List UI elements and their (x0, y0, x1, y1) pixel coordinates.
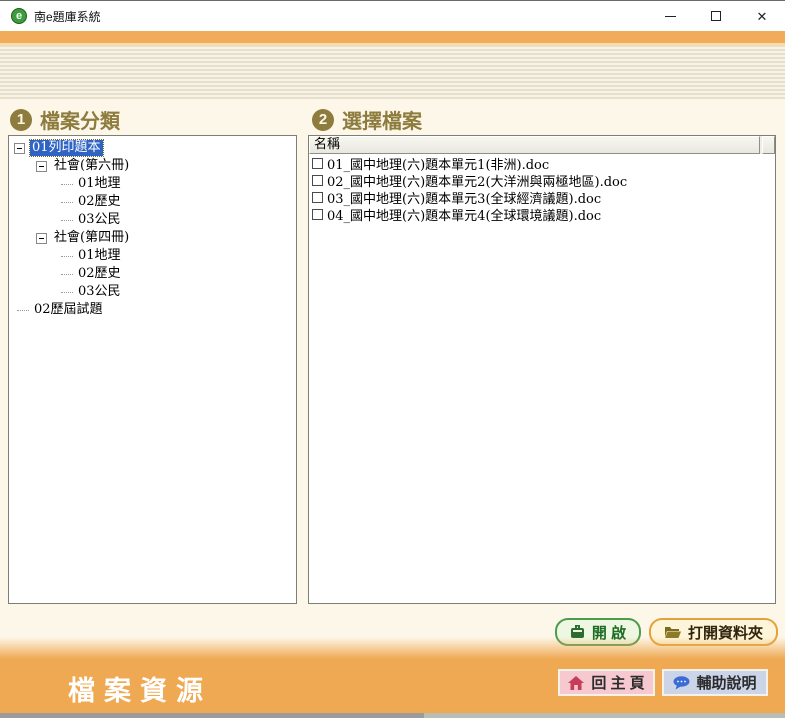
tree-item-label[interactable]: 03公民 (76, 284, 123, 300)
home-button[interactable]: 回 主 頁 (558, 669, 655, 696)
tree-connector (61, 292, 73, 293)
home-button-label: 回 主 頁 (591, 672, 644, 693)
file-list: 01_國中地理(六)題本單元1(非洲).doc02_國中地理(六)題本單元2(大… (309, 154, 775, 223)
orange-band (0, 31, 785, 43)
right-panel-title: 選擇檔案 (342, 105, 422, 134)
maximize-icon (711, 11, 721, 21)
file-checkbox[interactable] (312, 209, 323, 220)
tree-item[interactable]: 社會(第四冊) (9, 229, 296, 247)
app-icon: e (11, 8, 27, 24)
tree-connector (61, 184, 73, 185)
tree-collapse-icon[interactable] (36, 233, 47, 244)
tree-indent (9, 184, 53, 185)
tree-item-label[interactable]: 社會(第四冊) (52, 230, 131, 246)
category-tree-panel: 01列印題本社會(第六冊)01地理02歷史03公民社會(第四冊)01地理02歷史… (8, 135, 297, 604)
file-tree: 01列印題本社會(第六冊)01地理02歷史03公民社會(第四冊)01地理02歷史… (9, 136, 296, 319)
column-header-name[interactable]: 名稱 (309, 136, 760, 154)
app-window: e 南e題庫系統 ✕ 1 檔案分類 2 選擇檔案 01列印題本社會(第六冊)01… (0, 0, 785, 717)
tree-item-label[interactable]: 02歷屆試題 (32, 302, 105, 318)
column-header-extra (762, 136, 775, 154)
step-2-icon: 2 (312, 109, 334, 131)
tree-item-label[interactable]: 02歷史 (76, 266, 123, 282)
tree-item[interactable]: 02歷史 (9, 193, 296, 211)
close-button[interactable]: ✕ (739, 1, 785, 31)
list-header: 名稱 (309, 136, 775, 154)
tree-indent (9, 292, 53, 293)
help-button-label: 輔助說明 (696, 672, 756, 693)
tree-item[interactable]: 社會(第六冊) (9, 157, 296, 175)
tree-collapse-icon[interactable] (36, 161, 47, 172)
tree-item[interactable]: 03公民 (9, 211, 296, 229)
file-item-label[interactable]: 04_國中地理(六)題本單元4(全球環境議題).doc (327, 205, 601, 224)
speech-bubble-icon (673, 676, 690, 690)
tree-item[interactable]: 02歷史 (9, 265, 296, 283)
tree-indent (9, 238, 31, 239)
tree-indent (9, 274, 53, 275)
window-title: 南e題庫系統 (34, 8, 101, 25)
tree-item-label[interactable]: 03公民 (76, 212, 123, 228)
file-item[interactable]: 01_國中地理(六)題本單元1(非洲).doc (309, 155, 775, 172)
close-icon: ✕ (757, 10, 768, 23)
help-button[interactable]: 輔助說明 (662, 669, 768, 696)
striped-band (0, 43, 785, 99)
tree-indent (9, 220, 53, 221)
file-item[interactable]: 04_國中地理(六)題本單元4(全球環境議題).doc (309, 206, 775, 223)
tree-item[interactable]: 01地理 (9, 175, 296, 193)
tree-connector (61, 256, 73, 257)
tree-indent (9, 166, 31, 167)
tree-connector (61, 202, 73, 203)
tree-indent (9, 202, 53, 203)
tree-collapse-icon[interactable] (14, 143, 25, 154)
file-item[interactable]: 02_國中地理(六)題本單元2(大洋洲與兩極地區).doc (309, 172, 775, 189)
file-checkbox[interactable] (312, 158, 323, 169)
tree-item[interactable]: 01地理 (9, 247, 296, 265)
file-list-panel: 名稱 01_國中地理(六)題本單元1(非洲).doc02_國中地理(六)題本單元… (308, 135, 776, 604)
step-1-icon: 1 (10, 109, 32, 131)
maximize-button[interactable] (693, 1, 739, 31)
window-controls: ✕ (647, 1, 785, 31)
file-checkbox[interactable] (312, 175, 323, 186)
tree-item-label[interactable]: 02歷史 (76, 194, 123, 210)
footer-bar: 檔案資源 回 主 頁 輔助說明 (0, 659, 785, 713)
tree-item-label[interactable]: 01地理 (76, 176, 123, 192)
tree-connector (61, 220, 73, 221)
minimize-icon (665, 16, 676, 17)
tree-item[interactable]: 01列印題本 (9, 139, 296, 157)
window-bottom-edge (0, 713, 785, 718)
tree-connector (61, 274, 73, 275)
file-checkbox[interactable] (312, 192, 323, 203)
tree-item[interactable]: 02歷屆試題 (9, 301, 296, 319)
footer-gradient (0, 637, 785, 659)
page-title: 檔案資源 (68, 669, 212, 708)
section-header-select-file: 2 選擇檔案 (312, 105, 422, 134)
minimize-button[interactable] (647, 1, 693, 31)
title-bar: e 南e題庫系統 ✕ (0, 1, 785, 31)
left-panel-title: 檔案分類 (40, 105, 120, 134)
tree-item-label[interactable]: 01列印題本 (30, 140, 103, 156)
tree-indent (9, 256, 53, 257)
file-item[interactable]: 03_國中地理(六)題本單元3(全球經濟議題).doc (309, 189, 775, 206)
tree-item[interactable]: 03公民 (9, 283, 296, 301)
home-icon (568, 676, 584, 690)
tree-item-label[interactable]: 01地理 (76, 248, 123, 264)
section-header-file-category: 1 檔案分類 (10, 105, 120, 134)
tree-item-label[interactable]: 社會(第六冊) (52, 158, 131, 174)
tree-connector (17, 310, 29, 311)
